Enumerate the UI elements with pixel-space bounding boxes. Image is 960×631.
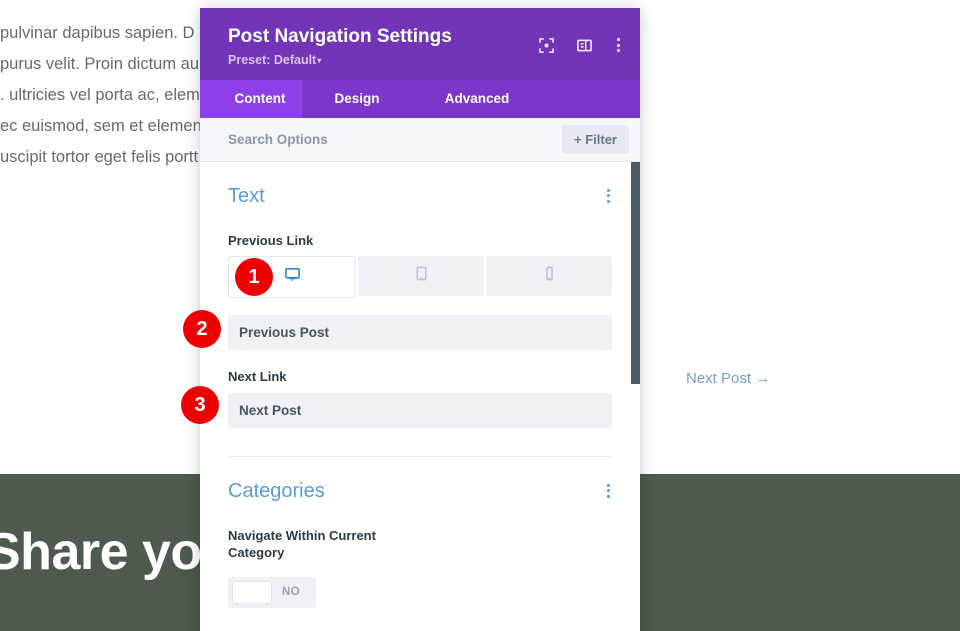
section-categories-title: Categories: [228, 479, 325, 502]
step-badge-1: 1: [235, 258, 273, 296]
phone-icon: [541, 265, 558, 287]
desktop-icon: [284, 266, 301, 288]
chevron-down-icon: ▾: [317, 55, 322, 65]
cta-heading: Share you: [0, 523, 233, 581]
tab-advanced[interactable]: Advanced: [412, 79, 542, 118]
section-text: Text Previous Link Previous Post Next Li…: [200, 162, 640, 457]
navigate-within-category-label: Navigate Within Current Category: [228, 527, 376, 561]
modal-header: Post Navigation Settings Preset: Default…: [200, 8, 640, 80]
post-navigation-settings-modal: Post Navigation Settings Preset: Default…: [200, 8, 640, 631]
modal-tab-bar: Content Design Advanced: [200, 79, 640, 118]
section-categories-header[interactable]: Categories: [228, 457, 612, 509]
section-categories-menu-icon[interactable]: [605, 480, 612, 502]
tab-content[interactable]: Content: [200, 79, 302, 118]
device-tab-tablet[interactable]: [358, 256, 484, 297]
focus-icon[interactable]: [539, 37, 554, 53]
search-input[interactable]: [228, 127, 562, 151]
modal-scrollbar-thumb[interactable]: [631, 161, 640, 384]
tablet-icon: [413, 265, 430, 287]
step-badge-3: 3: [181, 386, 219, 424]
section-text-title: Text: [228, 184, 265, 207]
next-post-link[interactable]: Next Post →: [686, 370, 770, 387]
filter-button[interactable]: + Filter: [562, 124, 629, 154]
toggle-knob: [232, 580, 272, 604]
previous-link-input[interactable]: [228, 315, 612, 351]
modal-scrollbar-track[interactable]: [631, 161, 640, 631]
device-tab-phone[interactable]: [486, 256, 612, 297]
preset-label: Preset: Default: [228, 52, 317, 67]
section-text-header[interactable]: Text: [228, 162, 612, 214]
overflow-menu-icon[interactable]: [615, 34, 622, 56]
previous-link-label: Previous Link: [228, 232, 314, 248]
section-text-menu-icon[interactable]: [605, 185, 612, 207]
section-categories: Categories Navigate Within Current Categ…: [200, 457, 640, 609]
search-filter-row: + Filter: [200, 117, 640, 162]
tab-design[interactable]: Design: [302, 79, 412, 118]
step-badge-2: 2: [183, 310, 221, 348]
navigate-within-category-toggle[interactable]: NO: [228, 576, 317, 608]
modal-header-actions: [539, 34, 622, 56]
next-link-label: Next Link: [228, 369, 287, 385]
toggle-state-label: NO: [282, 586, 301, 599]
layout-panel-icon[interactable]: [577, 38, 592, 53]
modal-scroll-body: Text Previous Link Previous Post Next Li…: [200, 161, 640, 631]
previous-link-device-tabs: [228, 256, 612, 299]
next-link-input[interactable]: [228, 392, 612, 428]
kebab-dots: [615, 34, 622, 56]
